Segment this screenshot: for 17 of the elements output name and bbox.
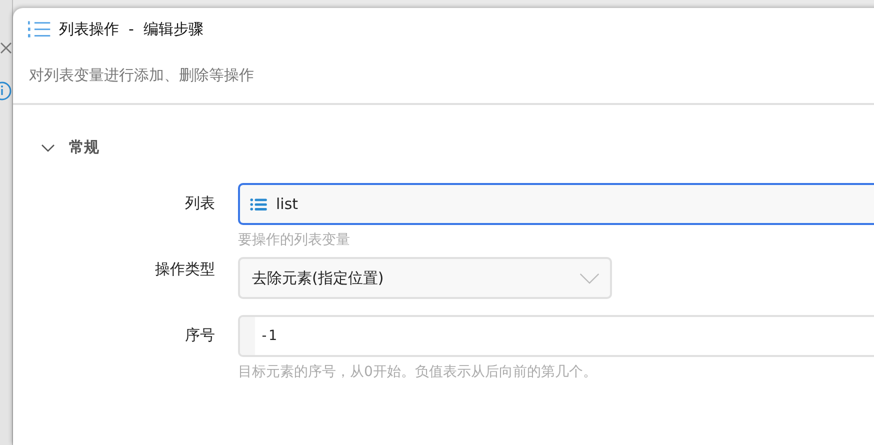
field-label: 操作类型	[154, 259, 215, 280]
field-hint: 目标元素的序号，从0开始。负值表示从后向前的第几个。	[238, 363, 597, 381]
field-label: 列表	[184, 193, 215, 214]
info-icon[interactable]	[0, 81, 12, 101]
section-header[interactable]: 常规	[41, 138, 99, 157]
index-input-field[interactable]: -1	[238, 315, 874, 357]
close-icon[interactable]	[0, 42, 12, 54]
field-label: 序号	[184, 325, 215, 346]
field-hint: 要操作的列表变量	[238, 231, 350, 249]
dialog-title: 列表操作 - 编辑步骤	[59, 20, 204, 38]
chevron-icon	[41, 144, 55, 152]
caret-icon	[579, 272, 600, 284]
list-icon	[250, 198, 267, 210]
operation-type-dropdown[interactable]: 去除元素(指定位置)	[238, 257, 612, 299]
numbered-list-icon	[28, 20, 52, 38]
dialog-description: 对列表变量进行添加、删除等操作	[28, 65, 255, 86]
list-variable-field[interactable]: list	[238, 183, 874, 225]
